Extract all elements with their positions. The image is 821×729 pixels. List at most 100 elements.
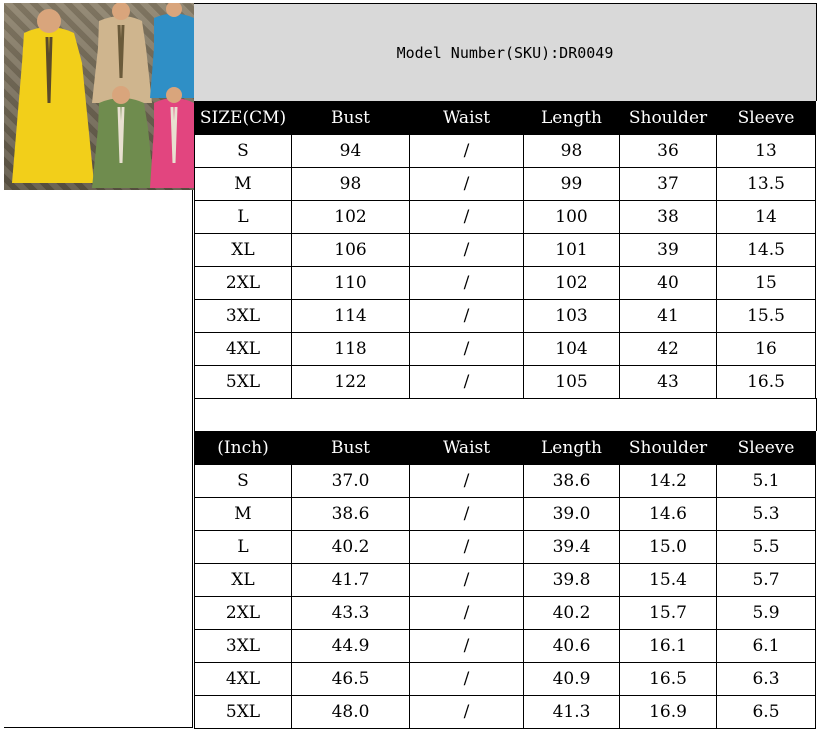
measurement-cell: 13.5	[716, 167, 816, 201]
product-photo	[4, 3, 194, 190]
header-cell: SIZE(CM)	[194, 101, 292, 135]
size-label-cell: S	[194, 464, 292, 498]
table-header-row: (Inch) Bust Waist Length Shoulder Sleeve	[194, 431, 816, 465]
measurement-cell: 41.7	[291, 563, 410, 597]
measurement-cell: 16.9	[619, 695, 717, 729]
model-number-label: Model Number(SKU):DR0049	[396, 43, 614, 62]
measurement-cell: 118	[291, 332, 410, 366]
measurement-cell: 14	[716, 200, 816, 234]
measurement-cell: 6.1	[716, 629, 816, 663]
size-label-cell: 3XL	[194, 299, 292, 333]
measurement-cell: 5.1	[716, 464, 816, 498]
measurement-cell: 16.1	[619, 629, 717, 663]
measurement-cell: 105	[523, 365, 620, 399]
measurement-cell: 43.3	[291, 596, 410, 630]
measurement-cell: /	[409, 299, 524, 333]
measurement-cell: 38.6	[291, 497, 410, 531]
header-cell: Waist	[409, 101, 524, 135]
table-row: M 98/99 37 13.5	[194, 167, 816, 201]
size-label-cell: S	[194, 134, 292, 168]
measurement-cell: 15.0	[619, 530, 717, 564]
measurement-cell: 14.5	[716, 233, 816, 267]
measurement-cell: 46.5	[291, 662, 410, 696]
header-cell: (Inch)	[194, 431, 292, 465]
measurement-cell: 102	[523, 266, 620, 300]
size-label-cell: L	[194, 200, 292, 234]
header-cell: Waist	[409, 431, 524, 465]
dress-collage	[12, 3, 194, 188]
measurement-cell: 94	[291, 134, 410, 168]
header-cell: Sleeve	[716, 101, 816, 135]
header-cell: Length	[523, 431, 620, 465]
size-label-cell: 2XL	[194, 266, 292, 300]
measurement-cell: 5.7	[716, 563, 816, 597]
header-cell: Sleeve	[716, 431, 816, 465]
header-cell: Bust	[291, 431, 410, 465]
measurement-cell: /	[409, 695, 524, 729]
measurement-cell: 48.0	[291, 695, 410, 729]
measurement-cell: 16.5	[716, 365, 816, 399]
measurement-cell: /	[409, 134, 524, 168]
measurement-cell: /	[409, 464, 524, 498]
dress-blue	[150, 13, 194, 98]
measurement-cell: 15.7	[619, 596, 717, 630]
measurement-cell: /	[409, 200, 524, 234]
measurement-cell: 16	[716, 332, 816, 366]
measurement-cell: /	[409, 596, 524, 630]
measurement-cell: 37	[619, 167, 717, 201]
size-label-cell: L	[194, 530, 292, 564]
measurement-cell: 114	[291, 299, 410, 333]
measurement-cell: 98	[291, 167, 410, 201]
measurement-cell: /	[409, 662, 524, 696]
measurement-cell: 5.5	[716, 530, 816, 564]
left-blank-column	[4, 190, 193, 728]
measurement-cell: 40.2	[291, 530, 410, 564]
measurement-cell: /	[409, 332, 524, 366]
measurement-cell: 43	[619, 365, 717, 399]
measurement-cell: /	[409, 365, 524, 399]
measurement-cell: 15.4	[619, 563, 717, 597]
size-table-cm: SIZE(CM) Bust Waist Length Shoulder Slee…	[194, 101, 816, 399]
size-label-cell: 4XL	[194, 332, 292, 366]
measurement-cell: 5.3	[716, 497, 816, 531]
measurement-cell: 41.3	[523, 695, 620, 729]
measurement-cell: 15	[716, 266, 816, 300]
size-label-cell: 2XL	[194, 596, 292, 630]
table-row: 2XL 43.3/40.2 15.7 5.9	[194, 596, 816, 630]
measurement-cell: 106	[291, 233, 410, 267]
measurement-cell: 15.5	[716, 299, 816, 333]
measurement-cell: /	[409, 167, 524, 201]
table-row: S 37.0/38.6 14.2 5.1	[194, 464, 816, 498]
model-number-header: Model Number(SKU):DR0049	[194, 3, 817, 101]
table-row: 4XL 118/104 42 16	[194, 332, 816, 366]
table-row: 5XL 122/105 43 16.5	[194, 365, 816, 399]
measurement-cell: 16.5	[619, 662, 717, 696]
table-row: L 40.2/39.4 15.0 5.5	[194, 530, 816, 564]
measurement-cell: 38	[619, 200, 717, 234]
size-label-cell: 4XL	[194, 662, 292, 696]
size-label-cell: M	[194, 497, 292, 531]
dress-yellow	[12, 27, 94, 183]
measurement-cell: 100	[523, 200, 620, 234]
measurement-cell: 41	[619, 299, 717, 333]
measurement-cell: 40.6	[523, 629, 620, 663]
table-row: XL 106/101 39 14.5	[194, 233, 816, 267]
header-cell: Length	[523, 101, 620, 135]
measurement-cell: /	[409, 266, 524, 300]
measurement-cell: 13	[716, 134, 816, 168]
measurement-cell: 6.5	[716, 695, 816, 729]
measurement-cell: 39.0	[523, 497, 620, 531]
measurement-cell: 42	[619, 332, 717, 366]
table-row: XL 41.7/39.8 15.4 5.7	[194, 563, 816, 597]
table-row: 5XL 48.0/41.3 16.9 6.5	[194, 695, 816, 729]
header-cell: Shoulder	[619, 431, 717, 465]
measurement-cell: 36	[619, 134, 717, 168]
measurement-cell: 110	[291, 266, 410, 300]
measurement-cell: 44.9	[291, 629, 410, 663]
header-cell: Shoulder	[619, 101, 717, 135]
table-row: 3XL 114/103 41 15.5	[194, 299, 816, 333]
measurement-cell: 5.9	[716, 596, 816, 630]
measurement-cell: 103	[523, 299, 620, 333]
measurement-cell: /	[409, 530, 524, 564]
table-row: 2XL 110/102 40 15	[194, 266, 816, 300]
